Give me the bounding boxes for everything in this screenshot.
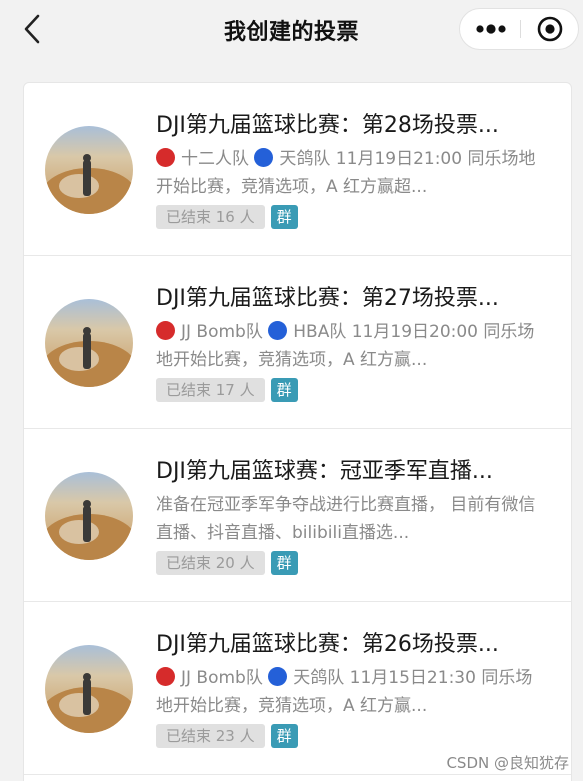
vote-description: JJ Bomb队 天鸽队 11月15日21:30 同乐场地开始比赛，竞猜选项，A… [156,664,541,720]
vote-description: 十二人队 天鸽队 11月19日21:00 同乐场地开始比赛，竞猜选项，A 红方赢… [156,145,541,201]
vote-description: 准备在冠亚季军争夺战进行比赛直播， 目前有微信直播、抖音直播、bilibili直… [156,495,536,543]
desc-team-a: JJ Bomb队 [181,322,263,342]
avatar [45,126,133,214]
vote-item[interactable]: DJI第九届篮球比赛：第28场投票... 十二人队 天鸽队 11月19日21:0… [24,83,571,256]
page: 我创建的投票 DJI第九届篮球比赛：第28场投票... 十二人队 天鸽队 11月… [0,0,583,781]
status-badge: 已结束 23 人 [156,724,265,748]
vote-item[interactable]: DJI第九届篮球比赛：第27场投票... JJ Bomb队 HBA队 11月19… [24,256,571,429]
blue-circle-icon [268,321,288,340]
red-circle-icon [156,148,175,167]
status-badge: 已结束 20 人 [156,551,265,575]
vote-item[interactable]: DJI第九届篮球赛：冠亚季军直播... 准备在冠亚季军争夺战进行比赛直播， 目前… [24,429,571,602]
badges: 已结束 20 人群 [156,551,298,577]
desc-team-a: JJ Bomb队 [181,668,263,688]
mini-program-capsule [459,8,579,50]
close-button[interactable] [521,9,579,49]
divider [24,774,571,775]
vote-title: DJI第九届篮球比赛：第28场投票... [156,113,499,138]
group-badge: 群 [270,205,298,229]
red-circle-icon [156,667,175,686]
avatar [45,299,133,387]
vote-item[interactable]: DJI第九届篮球比赛：第26场投票... JJ Bomb队 天鸽队 11月15日… [24,602,571,775]
nav-bar: 我创建的投票 [0,0,583,58]
blue-circle-icon [254,148,274,167]
more-button[interactable] [460,9,520,49]
status-badge: 已结束 16 人 [156,205,265,229]
target-circle-icon [537,16,563,42]
badges: 已结束 23 人群 [156,724,298,750]
status-badge: 已结束 17 人 [156,378,265,402]
vote-list: DJI第九届篮球比赛：第28场投票... 十二人队 天鸽队 11月19日21:0… [23,82,572,781]
badges: 已结束 17 人群 [156,378,298,404]
more-dots-icon [476,24,506,34]
vote-title: DJI第九届篮球赛：冠亚季军直播... [156,459,493,484]
watermark: CSDN @良知犹存 [446,754,569,772]
badges: 已结束 16 人群 [156,205,298,231]
group-badge: 群 [270,378,298,402]
desc-team-a: 十二人队 [181,149,249,169]
group-badge: 群 [270,551,298,575]
vote-title: DJI第九届篮球比赛：第26场投票... [156,632,499,657]
red-circle-icon [156,321,175,340]
blue-circle-icon [268,667,288,686]
avatar [45,472,133,560]
avatar [45,645,133,733]
vote-description: JJ Bomb队 HBA队 11月19日20:00 同乐场地开始比赛，竞猜选项，… [156,318,541,374]
group-badge: 群 [270,724,298,748]
vote-title: DJI第九届篮球比赛：第27场投票... [156,286,499,311]
